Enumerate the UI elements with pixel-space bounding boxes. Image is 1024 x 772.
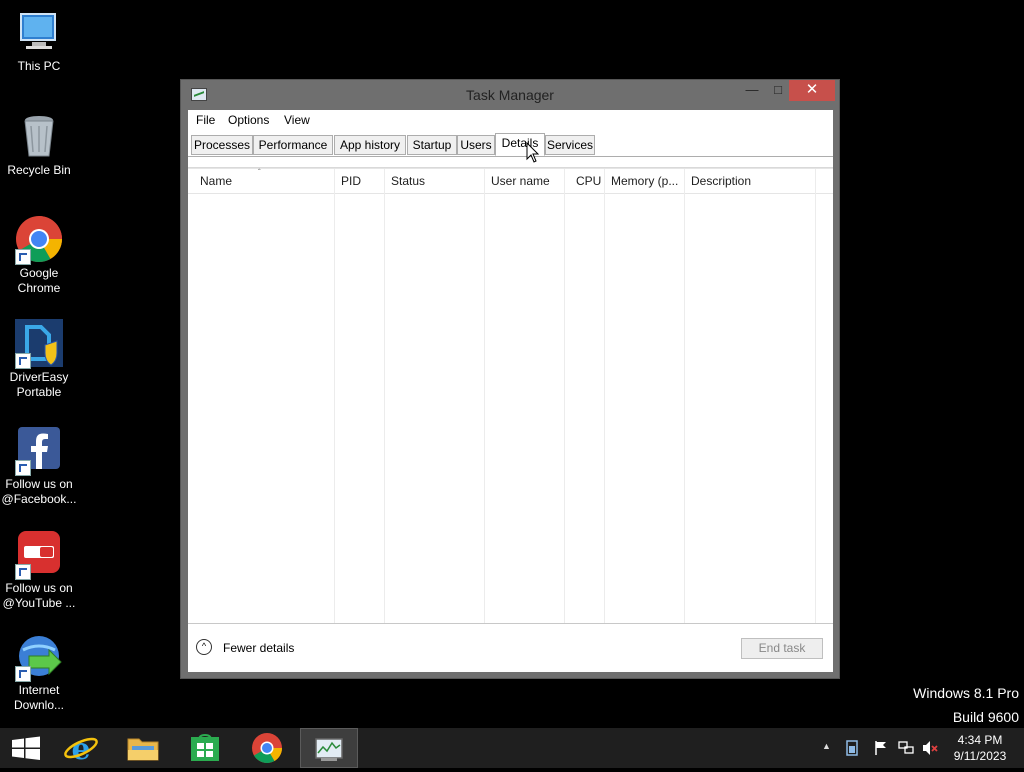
windows-version-watermark: Windows 8.1 Pro — [913, 685, 1019, 701]
battery-icon[interactable] — [845, 740, 859, 756]
desktop-icon-facebook[interactable]: Follow us on @Facebook... — [0, 426, 78, 507]
column-divider — [484, 169, 485, 624]
task-manager-icon — [315, 738, 343, 761]
tab-users[interactable]: Users — [457, 135, 495, 155]
desktop-icon-label: DriverEasy Portable — [9, 370, 69, 399]
column-divider — [384, 169, 385, 624]
column-divider — [684, 169, 685, 624]
toolbar-strip — [188, 157, 833, 168]
tab-performance[interactable]: Performance — [253, 135, 333, 155]
computer-icon — [15, 8, 63, 56]
chrome-icon — [15, 215, 63, 265]
svg-text:e: e — [71, 732, 90, 767]
column-divider — [564, 169, 565, 624]
column-divider — [604, 169, 605, 624]
internet-explorer-icon: e — [64, 732, 98, 767]
menu-view[interactable]: View — [284, 113, 310, 127]
idm-icon — [15, 632, 63, 682]
column-divider — [334, 169, 335, 624]
column-header-name[interactable]: Name — [200, 174, 232, 188]
sort-ascending-icon: ˆ — [258, 168, 261, 177]
start-button[interactable] — [0, 728, 56, 768]
desktop-icon-youtube[interactable]: Follow us on @YouTube ... — [0, 530, 78, 611]
tab-startup[interactable]: Startup — [407, 135, 457, 155]
column-header-cpu[interactable]: CPU — [576, 174, 601, 188]
details-list[interactable]: ˆ Name PID Status User name CPU Memory (… — [188, 168, 833, 624]
desktop-icon-google-chrome[interactable]: Google Chrome — [0, 215, 78, 296]
shortcut-arrow-icon — [15, 353, 31, 369]
system-clock[interactable]: 4:34 PM 9/11/2023 — [950, 732, 1010, 764]
shortcut-arrow-icon — [15, 249, 31, 265]
maximize-icon: □ — [774, 82, 782, 97]
taskbar-chrome[interactable] — [239, 728, 295, 768]
shortcut-arrow-icon — [15, 666, 31, 682]
end-task-button[interactable]: End task — [741, 638, 823, 659]
windows-build-watermark: Build 9600 — [952, 709, 1019, 725]
youtube-icon — [15, 530, 63, 580]
fewer-details-link[interactable]: Fewer details — [223, 641, 294, 655]
facebook-icon — [15, 426, 63, 476]
desktop-icon-this-pc[interactable]: This PC — [0, 8, 78, 74]
show-hidden-icons-button[interactable]: ▲ — [822, 741, 831, 751]
desktop-icon-label: Follow us on @YouTube ... — [2, 581, 76, 610]
flag-icon[interactable] — [873, 740, 889, 756]
desktop-icon-label: Recycle Bin — [7, 163, 71, 177]
minimize-button[interactable]: — — [739, 80, 765, 101]
store-icon — [191, 733, 219, 761]
up-arrow-icon: ▲ — [822, 741, 831, 751]
column-header-pid[interactable]: PID — [341, 174, 361, 188]
volume-muted-icon[interactable] — [922, 740, 938, 756]
shortcut-arrow-icon — [15, 564, 31, 580]
desktop-icon-drivereasy[interactable]: DriverEasy Portable — [0, 319, 78, 400]
column-header-row: ˆ Name PID Status User name CPU Memory (… — [188, 168, 833, 194]
menu-options[interactable]: Options — [228, 113, 269, 127]
mouse-cursor-icon — [526, 142, 540, 163]
taskbar-internet-explorer[interactable]: e — [53, 728, 109, 768]
network-icon[interactable] — [898, 740, 914, 756]
shortcut-arrow-icon — [15, 460, 31, 476]
maximize-button[interactable]: □ — [765, 80, 791, 101]
desktop-icon-recycle-bin[interactable]: Recycle Bin — [0, 112, 78, 178]
tab-processes[interactable]: Processes — [191, 135, 253, 155]
taskbar-task-manager[interactable] — [300, 728, 358, 768]
tab-strip: Processes Performance App history Startu… — [188, 133, 833, 157]
taskbar: e ▲ 4:34 PM 9/11/2023 — [0, 728, 1024, 768]
start-icon — [12, 736, 40, 760]
column-divider — [815, 169, 816, 624]
taskbar-file-explorer[interactable] — [115, 728, 171, 768]
desktop-icon-label: This PC — [17, 59, 61, 73]
footer-bar: ^ Fewer details End task — [188, 623, 833, 673]
clock-date: 9/11/2023 — [953, 749, 1007, 763]
menu-bar: File Options View — [188, 110, 833, 130]
tab-app-history[interactable]: App history — [334, 135, 406, 155]
clock-time: 4:34 PM — [957, 733, 1003, 747]
close-icon: ✕ — [805, 81, 819, 98]
taskbar-store[interactable] — [177, 728, 233, 768]
file-explorer-icon — [127, 738, 159, 761]
desktop-icon-label: Internet Downlo... — [13, 683, 65, 712]
tab-services[interactable]: Services — [545, 135, 595, 155]
recycle-bin-icon — [15, 112, 63, 160]
column-header-description[interactable]: Description — [691, 174, 751, 188]
minimize-icon: — — [745, 82, 759, 97]
desktop-icon-internet-download-manager[interactable]: Internet Downlo... — [0, 632, 78, 713]
column-header-memory[interactable]: Memory (p... — [611, 174, 678, 188]
chrome-icon — [252, 733, 282, 764]
task-manager-window: Task Manager — □ ✕ File Options View Pro… — [180, 79, 840, 679]
desktop-icon-label: Google Chrome — [17, 266, 61, 295]
menu-file[interactable]: File — [196, 113, 215, 127]
task-manager-client: File Options View Processes Performance … — [188, 110, 833, 672]
column-header-status[interactable]: Status — [391, 174, 425, 188]
close-button[interactable]: ✕ — [789, 80, 835, 101]
title-bar[interactable]: Task Manager — □ ✕ — [181, 80, 839, 110]
column-header-user-name[interactable]: User name — [491, 174, 550, 188]
desktop-icon-label: Follow us on @Facebook... — [1, 477, 77, 506]
drivereasy-icon — [15, 319, 63, 369]
chevron-up-icon[interactable]: ^ — [196, 639, 212, 655]
